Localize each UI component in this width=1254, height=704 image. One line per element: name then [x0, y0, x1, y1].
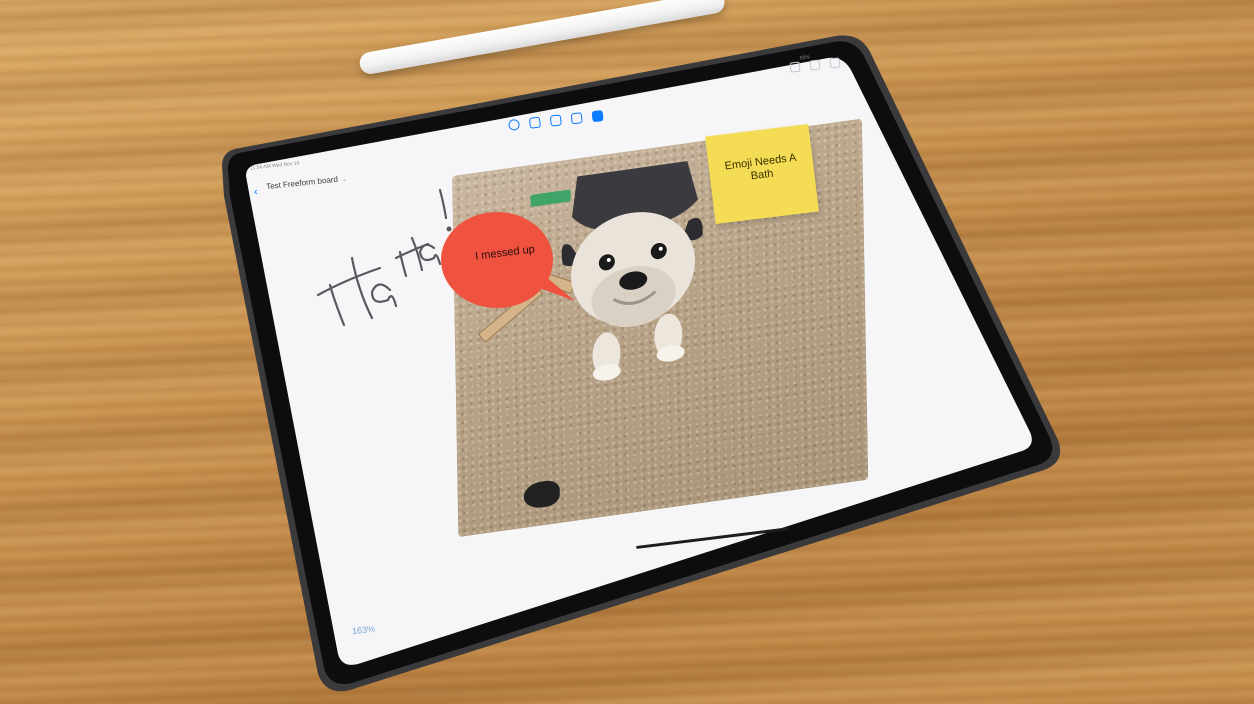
sticky-note[interactable]: Emoji Needs A Bath — [705, 123, 819, 225]
speech-bubble[interactable]: I messed up — [435, 205, 575, 315]
shoe — [523, 478, 560, 510]
freeform-screen: 11:54 AM Wed Nov 16 82% ‹ Test Freeform … — [0, 0, 1254, 704]
sticky-note-text: Emoji Needs A Bath — [723, 151, 798, 183]
